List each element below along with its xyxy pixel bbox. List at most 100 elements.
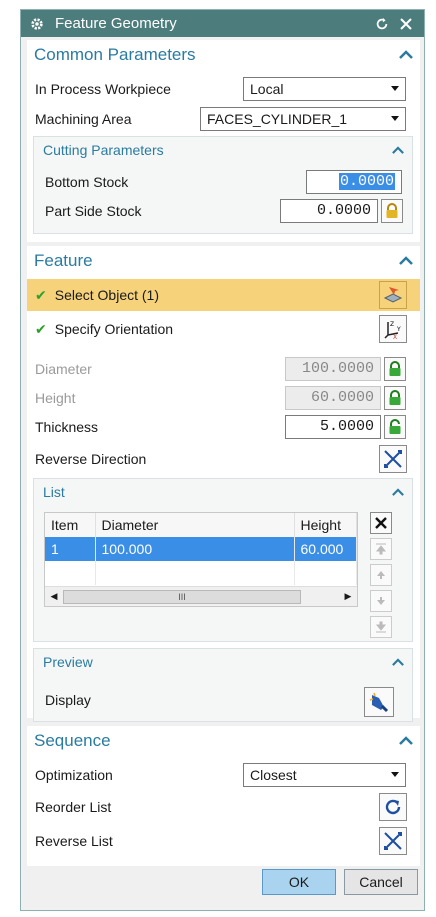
thickness-label: Thickness xyxy=(35,419,99,435)
dialog-title: Feature Geometry xyxy=(55,15,177,32)
collapse-chevron-icon[interactable] xyxy=(398,47,414,63)
optimization-value: Closest xyxy=(250,767,297,783)
feature-group: Feature ✔ Select Object (1) ✔ Specify Or… xyxy=(27,246,420,722)
list-table-container: Item Diameter Height 1 100.000 60.000 ◀ … xyxy=(44,512,358,607)
bottom-stock-label: Bottom Stock xyxy=(45,174,129,190)
close-icon[interactable] xyxy=(396,14,416,34)
csys-orientation-icon[interactable]: ZYX xyxy=(379,315,407,343)
thickness-input[interactable]: 5.0000 xyxy=(285,415,381,439)
table-cell: 1 xyxy=(45,537,96,561)
delete-icon[interactable] xyxy=(370,512,392,534)
dropdown-arrow-icon xyxy=(391,772,399,777)
common-parameters-group: Common Parameters In Process Workpiece L… xyxy=(27,40,420,242)
machining-area-value: FACES_CYLINDER_1 xyxy=(207,111,348,127)
workpiece-value: Local xyxy=(250,81,284,97)
feature-header[interactable]: Feature xyxy=(27,246,420,276)
thickness-value: 5.0000 xyxy=(319,418,374,435)
scroll-left-icon[interactable]: ◀ xyxy=(45,591,63,602)
machining-area-select[interactable]: FACES_CYLINDER_1 xyxy=(200,107,406,131)
sequence-group: Sequence Optimization Closest Reorder Li… xyxy=(27,726,420,866)
dropdown-arrow-icon xyxy=(391,116,399,121)
height-value: 60.0000 xyxy=(310,389,374,406)
lock-icon[interactable] xyxy=(381,199,403,223)
reorder-list-label: Reorder List xyxy=(35,799,112,815)
workpiece-select[interactable]: Local xyxy=(243,77,406,101)
collapse-chevron-icon[interactable] xyxy=(398,253,414,269)
column-header-item[interactable]: Item xyxy=(45,513,96,537)
flashlight-icon[interactable] xyxy=(364,687,394,717)
ok-button[interactable]: OK xyxy=(262,869,336,895)
collapse-chevron-icon[interactable] xyxy=(390,484,406,500)
cutting-parameters-header[interactable]: Cutting Parameters xyxy=(34,137,412,163)
part-side-stock-value: 0.0000 xyxy=(316,202,371,219)
list-header[interactable]: List xyxy=(34,479,412,505)
move-down-icon[interactable] xyxy=(370,590,392,612)
select-object-label: Select Object (1) xyxy=(54,287,159,303)
preview-header[interactable]: Preview xyxy=(34,649,412,675)
collapse-chevron-icon[interactable] xyxy=(390,142,406,158)
scroll-right-icon[interactable]: ▶ xyxy=(339,591,357,602)
dialog-footer: OK Cancel xyxy=(27,862,418,902)
preview-title: Preview xyxy=(43,654,93,670)
cutting-parameters-title: Cutting Parameters xyxy=(43,142,164,158)
reset-icon[interactable] xyxy=(372,14,392,34)
bottom-stock-input[interactable]: 0.0000 xyxy=(306,170,402,194)
collapse-chevron-icon[interactable] xyxy=(390,654,406,670)
part-side-stock-input[interactable]: 0.0000 xyxy=(280,199,378,223)
move-up-icon[interactable] xyxy=(370,564,392,586)
scroll-grip: III xyxy=(178,591,186,602)
svg-text:Y: Y xyxy=(396,326,401,333)
height-label: Height xyxy=(35,390,76,406)
checkmark-icon: ✔ xyxy=(35,320,47,337)
list-group: List Item Diameter Height 1 100.000 60.0… xyxy=(33,478,413,642)
table-row[interactable]: 1 100.000 60.000 xyxy=(45,537,357,561)
svg-text:Z: Z xyxy=(390,321,394,328)
column-header-height[interactable]: Height xyxy=(294,513,357,537)
column-header-diameter[interactable]: Diameter xyxy=(95,513,295,537)
common-parameters-title: Common Parameters xyxy=(34,45,196,64)
list-title: List xyxy=(43,484,65,500)
diameter-label: Diameter xyxy=(35,361,92,377)
feature-title: Feature xyxy=(34,251,93,270)
dropdown-arrow-icon xyxy=(391,86,399,91)
reverse-list-icon[interactable] xyxy=(379,827,407,855)
title-bar: Feature Geometry xyxy=(21,10,424,37)
reverse-direction-row: Reverse Direction xyxy=(27,444,420,474)
cancel-button[interactable]: Cancel xyxy=(344,869,418,895)
scroll-thumb[interactable]: III xyxy=(63,589,301,604)
display-row: Display xyxy=(34,685,412,715)
checkmark-icon: ✔ xyxy=(35,286,47,303)
select-object-row[interactable]: ✔ Select Object (1) xyxy=(27,279,420,311)
optimization-select[interactable]: Closest xyxy=(243,763,406,787)
part-side-stock-label: Part Side Stock xyxy=(45,203,142,219)
gear-icon xyxy=(29,16,45,32)
workpiece-label: In Process Workpiece xyxy=(35,81,171,97)
feature-geometry-dialog: Feature Geometry Common Parameters In Pr… xyxy=(20,9,425,911)
lock-closed-icon[interactable] xyxy=(384,386,406,410)
horizontal-scrollbar[interactable]: ◀ III ▶ xyxy=(45,586,357,606)
reorder-refresh-icon[interactable] xyxy=(379,793,407,821)
select-object-icon[interactable] xyxy=(379,281,407,309)
preview-group: Preview Display xyxy=(33,648,413,722)
common-parameters-header[interactable]: Common Parameters xyxy=(27,40,420,70)
move-to-top-icon[interactable] xyxy=(370,538,392,560)
reverse-list-row: Reverse List xyxy=(27,826,420,856)
diameter-input: 100.0000 xyxy=(285,357,381,381)
cutting-parameters-group: Cutting Parameters Bottom Stock 0.0000 P… xyxy=(33,136,413,234)
table-header-row: Item Diameter Height xyxy=(45,513,357,537)
lock-closed-icon[interactable] xyxy=(384,357,406,381)
sequence-header[interactable]: Sequence xyxy=(27,726,420,756)
lock-open-icon[interactable] xyxy=(384,415,406,439)
bottom-stock-value: 0.0000 xyxy=(338,173,395,190)
svg-text:X: X xyxy=(393,334,397,340)
machining-area-label: Machining Area xyxy=(35,111,132,127)
collapse-chevron-icon[interactable] xyxy=(398,733,414,749)
reverse-direction-icon[interactable] xyxy=(379,445,407,473)
height-input: 60.0000 xyxy=(285,386,381,410)
table-cell: 100.000 xyxy=(95,537,295,561)
move-to-bottom-icon[interactable] xyxy=(370,616,392,638)
optimization-label: Optimization xyxy=(35,767,113,783)
reorder-list-row: Reorder List xyxy=(27,792,420,822)
display-label: Display xyxy=(45,692,91,708)
reverse-list-label: Reverse List xyxy=(35,833,113,849)
